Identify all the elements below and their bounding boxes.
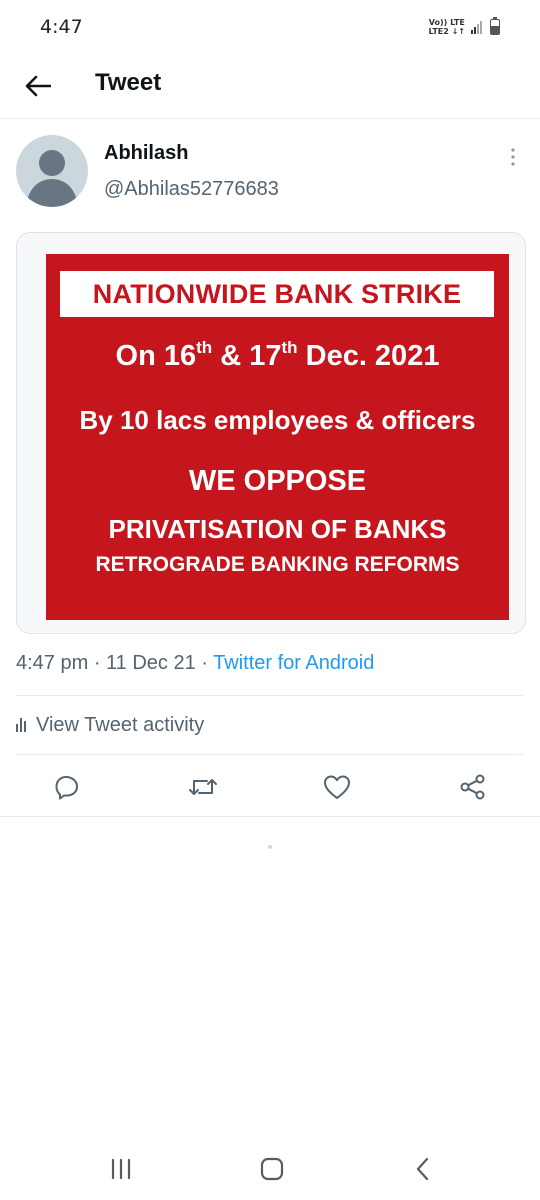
back-button[interactable] — [20, 68, 56, 104]
like-button[interactable] — [322, 772, 352, 802]
avatar[interactable] — [16, 135, 88, 207]
network-indicator: Vo)) LTE LTE2 ↓↑ — [429, 18, 465, 36]
heart-icon — [324, 775, 350, 799]
default-avatar-icon — [26, 150, 78, 207]
arrow-left-icon — [25, 75, 51, 97]
divider — [16, 754, 524, 755]
poster-retrograde: RETROGRADE BANKING REFORMS — [95, 553, 460, 576]
tweet-image[interactable]: NATIONWIDE BANK STRIKE On 16th & 17th De… — [16, 232, 526, 634]
battery-fill — [491, 25, 499, 34]
status-icons: Vo)) LTE LTE2 ↓↑ — [429, 17, 500, 36]
system-back-button[interactable] — [405, 1154, 441, 1184]
network-line-1: Vo)) LTE — [428, 18, 465, 27]
tweet-meta: 4:47 pm · 11 Dec 21 · Twitter for Androi… — [16, 652, 374, 675]
tweet-date: 11 Dec 21 — [106, 652, 196, 674]
poster-headline: NATIONWIDE BANK STRIKE — [92, 278, 462, 309]
meta-separator: · — [88, 652, 107, 674]
divider — [16, 695, 524, 696]
meta-separator-2: · — [195, 652, 214, 674]
vertical-dots-icon — [511, 148, 515, 166]
recent-apps-icon — [111, 1158, 131, 1180]
share-icon — [460, 774, 485, 800]
poster-oppose: WE OPPOSE — [188, 465, 367, 497]
retweet-icon — [189, 779, 217, 795]
system-nav-bar — [0, 1140, 540, 1200]
reply-icon — [55, 776, 78, 800]
bar-chart-icon — [16, 718, 26, 732]
tweet-time: 4:47 pm — [16, 652, 89, 674]
status-bar: 4:47 Vo)) LTE LTE2 ↓↑ — [0, 0, 540, 56]
recent-apps-button[interactable] — [103, 1154, 139, 1184]
network-line-2: LTE2 ↓↑ — [428, 27, 465, 36]
poster-headline-box: NATIONWIDE BANK STRIKE — [60, 271, 494, 317]
page-title: Tweet — [95, 69, 162, 96]
poster-date: On 16th & 17th Dec. 2021 — [115, 338, 440, 372]
battery-icon — [490, 17, 500, 35]
status-time: 4:47 — [40, 16, 83, 38]
home-button[interactable] — [254, 1154, 290, 1184]
tweet-actions — [0, 758, 540, 816]
author-name[interactable]: Abhilash — [104, 142, 188, 165]
poster-by-line: By 10 lacs employees & officers — [79, 405, 476, 435]
retweet-button[interactable] — [188, 772, 218, 802]
divider — [0, 816, 540, 817]
home-icon — [260, 1157, 284, 1181]
share-button[interactable] — [458, 772, 488, 802]
tweet-source-link[interactable]: Twitter for Android — [213, 652, 374, 674]
loading-dot — [268, 845, 272, 849]
poster-privatisation: PRIVATISATION OF BANKS — [108, 514, 447, 544]
strike-poster: NATIONWIDE BANK STRIKE On 16th & 17th De… — [46, 254, 509, 620]
author-handle[interactable]: @Abhilas52776683 — [104, 178, 279, 201]
reply-button[interactable] — [52, 772, 82, 802]
signal-icon — [471, 20, 482, 34]
view-tweet-activity-button[interactable]: View Tweet activity — [16, 697, 524, 753]
more-options-button[interactable] — [500, 144, 526, 170]
nav-back-icon — [416, 1157, 429, 1181]
app-bar: Tweet — [0, 56, 540, 119]
view-tweet-activity-label: View Tweet activity — [36, 713, 205, 736]
